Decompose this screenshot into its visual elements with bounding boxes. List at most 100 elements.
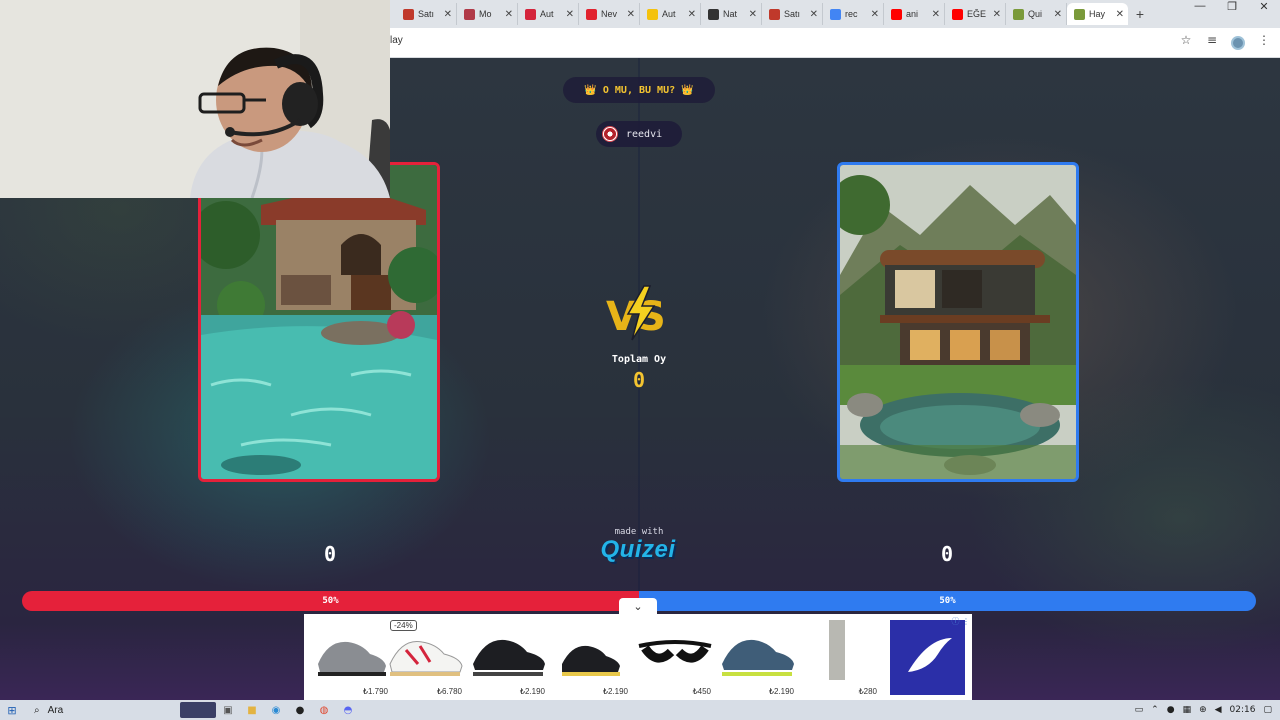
product-price: ₺280 [858, 687, 877, 696]
clock[interactable]: 02:16 [1230, 705, 1256, 715]
close-tab-icon[interactable]: ✕ [688, 9, 696, 20]
tab-title: Nev [601, 9, 618, 19]
close-tab-icon[interactable]: ✕ [1054, 9, 1062, 20]
browser-tab[interactable]: Nev ✕ [579, 3, 640, 25]
tab-favicon-icon [525, 8, 536, 20]
close-tab-icon[interactable]: ✕ [1116, 9, 1124, 20]
close-tab-icon[interactable]: ✕ [444, 9, 452, 20]
tab-title: ani [906, 9, 919, 19]
toolbar-icons: ☆ ≡ ⋮ [1176, 33, 1274, 53]
browser-tab[interactable]: Nat ✕ [701, 3, 762, 25]
pattern-product-image [829, 620, 845, 698]
browser-tab[interactable]: Aut ✕ [640, 3, 701, 25]
close-window-button[interactable]: ✕ [1248, 0, 1280, 28]
shoe-image [389, 640, 463, 676]
ad-product-6[interactable]: ₺2.190 [718, 620, 798, 698]
tab-favicon-icon [647, 8, 658, 20]
window-controls: — ❐ ✕ [1184, 0, 1280, 28]
ad-product-2[interactable]: ₺6.780 [386, 620, 466, 698]
tab-title: rec [845, 9, 858, 19]
right-vote-count: 0 [940, 542, 954, 566]
close-tab-icon[interactable]: ✕ [566, 9, 574, 20]
restore-button[interactable]: ❐ [1216, 0, 1248, 28]
browser-tab[interactable]: EĞE ✕ [945, 3, 1006, 25]
quizei-logo[interactable]: Quizei [590, 536, 686, 564]
media-control-icon[interactable]: ≡ [1202, 33, 1222, 53]
shoe-image [318, 641, 386, 676]
close-tab-icon[interactable]: ✕ [749, 9, 757, 20]
speaker-icon[interactable]: ◀ [1215, 705, 1222, 715]
edge-browser-icon[interactable]: ◉ [264, 700, 288, 720]
webcam-feed-image [0, 0, 390, 198]
username: reedvi [626, 128, 663, 140]
browser-tab[interactable]: Satı ✕ [762, 3, 823, 25]
battery-icon[interactable]: ▭ [1135, 705, 1144, 715]
discord-icon[interactable]: ◓ [336, 700, 360, 720]
close-tab-icon[interactable]: ✕ [505, 9, 513, 20]
close-tab-icon[interactable]: ✕ [993, 9, 1001, 20]
total-votes-label: Toplam Oy [611, 354, 667, 365]
chevron-up-icon[interactable]: ⌃ [1151, 705, 1159, 715]
ad-product-4[interactable]: ₺2.190 [552, 620, 632, 698]
windows-taskbar: ⊞ ⌕ Ara ▣ ■ ◉ ● ◍ ◓ ▭ ⌃ ● ▦ ⊕ ◀ 02:16 ▢ [0, 700, 1280, 720]
new-tab-button[interactable]: + [1128, 3, 1152, 27]
game-title: 👑 O MU, BU MU? 👑 [563, 77, 715, 103]
choice-card-right[interactable] [837, 162, 1079, 482]
task-view-icon[interactable]: ▣ [216, 700, 240, 720]
taskbar-search[interactable]: ⌕ Ara [24, 705, 174, 716]
browser-tab[interactable]: Satı ✕ [396, 3, 457, 25]
globe-icon[interactable]: ⊕ [1199, 705, 1207, 715]
ad-product-1[interactable]: ₺1.790 [312, 620, 392, 698]
bookmark-star-icon[interactable]: ☆ [1176, 33, 1196, 53]
network-icon[interactable]: ▦ [1183, 705, 1192, 715]
news-widget-icon[interactable] [180, 702, 216, 718]
close-tab-icon[interactable]: ✕ [810, 9, 818, 20]
ad-product-7[interactable]: ₺280 [801, 620, 881, 698]
microphone-icon[interactable]: ● [1167, 705, 1175, 715]
swoosh-logo-icon [908, 638, 952, 672]
browser-tab[interactable]: Aut ✕ [518, 3, 579, 25]
tab-title: Satı [784, 9, 801, 19]
tab-title: Hay [1089, 9, 1106, 19]
notification-icon[interactable]: ▢ [1263, 705, 1272, 715]
minimize-button[interactable]: — [1184, 0, 1216, 28]
tab-title: Qui [1028, 9, 1043, 19]
tab-title: EĞE [967, 9, 987, 19]
tab-strip: Satı ✕ Mo ✕ Aut ✕ Nev ✕ Aut ✕ Nat ✕ Satı ✕ rec ✕ ani ✕ EĞE… [396, 3, 1152, 27]
close-tab-icon[interactable]: ✕ [627, 9, 635, 20]
browser-tab[interactable]: Hay ✕ [1067, 3, 1128, 25]
browser-tab[interactable]: Mo ✕ [457, 3, 518, 25]
ad-banner[interactable]: -24% ₺1.790 ₺6.780 ₺2.190 ₺2.190 ₺450 ₺2… [304, 614, 972, 700]
left-choice-image [201, 165, 437, 479]
windows-start-icon[interactable]: ⊞ [0, 704, 24, 717]
file-explorer-icon[interactable]: ■ [240, 700, 264, 720]
tab-title: Satı [418, 9, 435, 19]
obs-icon[interactable]: ● [288, 700, 312, 720]
right-choice-image [840, 165, 1076, 479]
tab-favicon-icon [1074, 8, 1085, 20]
chrome-icon[interactable]: ◍ [312, 700, 336, 720]
tab-favicon-icon [708, 8, 719, 20]
tab-favicon-icon [464, 8, 475, 20]
tab-title: Aut [662, 9, 676, 19]
product-price: ₺6.780 [436, 687, 462, 696]
user-badge[interactable]: reedvi [596, 121, 682, 147]
webcam-overlay [0, 0, 390, 198]
browser-tab[interactable]: rec ✕ [823, 3, 884, 25]
shoe-image [473, 639, 545, 676]
ad-info-icon[interactable]: ⓘ ⋮ [951, 616, 970, 627]
browser-tab[interactable]: ani ✕ [884, 3, 945, 25]
browser-menu-icon[interactable]: ⋮ [1254, 33, 1274, 53]
ad-product-3[interactable]: ₺2.190 [469, 620, 549, 698]
close-tab-icon[interactable]: ✕ [932, 9, 940, 20]
choice-card-left[interactable] [198, 162, 440, 482]
tab-favicon-icon [586, 8, 597, 20]
browser-tab[interactable]: Qui ✕ [1006, 3, 1067, 25]
brand-logo-image[interactable] [890, 620, 965, 695]
ad-product-5[interactable]: ₺450 [635, 620, 715, 698]
close-tab-icon[interactable]: ✕ [871, 9, 879, 20]
shoe-image [722, 639, 794, 676]
profile-avatar-icon[interactable] [1231, 36, 1245, 50]
address-bar[interactable]: lay [390, 35, 403, 46]
tab-favicon-icon [403, 8, 414, 20]
